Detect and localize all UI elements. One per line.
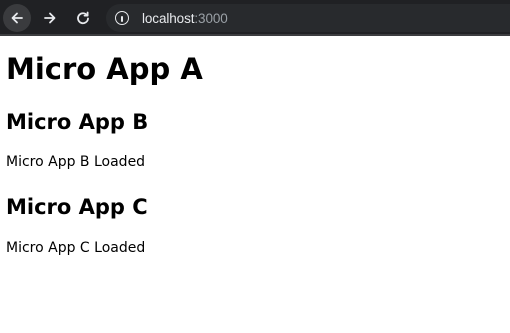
micro-app-a-heading: Micro App A (6, 52, 203, 86)
url-host: localhost (142, 10, 195, 26)
back-arrow-icon (11, 12, 23, 24)
forward-arrow-icon (44, 12, 56, 24)
info-icon[interactable] (115, 11, 129, 25)
url-port: :3000 (194, 10, 228, 26)
address-bar[interactable]: localhost:3000 (106, 4, 510, 32)
back-button[interactable] (3, 4, 31, 32)
forward-button[interactable] (36, 4, 64, 32)
browser-toolbar: localhost:3000 (0, 0, 510, 36)
reload-icon (77, 11, 89, 25)
micro-app-c-status: Micro App C Loaded (6, 240, 146, 256)
micro-app-b-status: Micro App B Loaded (6, 154, 146, 170)
micro-app-c-heading: Micro App C (6, 195, 148, 219)
url-text[interactable]: localhost:3000 (142, 11, 228, 26)
micro-app-b-heading: Micro App B (6, 110, 149, 134)
reload-button[interactable] (69, 4, 97, 32)
